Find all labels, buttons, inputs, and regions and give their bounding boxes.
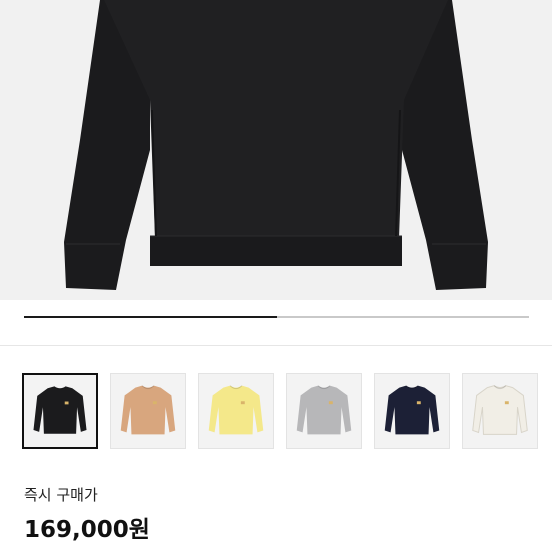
color-thumbnail-grey[interactable] xyxy=(286,373,362,449)
color-thumbnail-beige[interactable] xyxy=(110,373,186,449)
image-gallery-progress xyxy=(24,316,529,318)
sweatshirt-thumbnail-icon xyxy=(120,385,176,435)
product-main-image[interactable] xyxy=(0,0,552,300)
section-divider xyxy=(0,345,552,346)
sweatshirt-thumbnail-icon xyxy=(472,385,528,435)
sweatshirt-image xyxy=(64,0,488,290)
price: 169,000원 xyxy=(24,517,150,543)
purchase-label: 즉시 구매가 xyxy=(24,486,98,504)
hem-rib xyxy=(150,236,402,266)
sweatshirt-thumbnail-icon xyxy=(296,385,352,435)
image-gallery-progress-fill xyxy=(24,316,277,318)
color-thumbnail-ivory[interactable] xyxy=(462,373,538,449)
color-thumbnail-black[interactable] xyxy=(22,373,98,449)
sweatshirt-thumbnail-icon xyxy=(33,386,87,434)
sweatshirt-thumbnail-icon xyxy=(384,385,440,435)
sweatshirt-thumbnail-icon xyxy=(208,385,264,435)
color-thumbnail-yellow[interactable] xyxy=(198,373,274,449)
color-thumbnail-navy[interactable] xyxy=(374,373,450,449)
